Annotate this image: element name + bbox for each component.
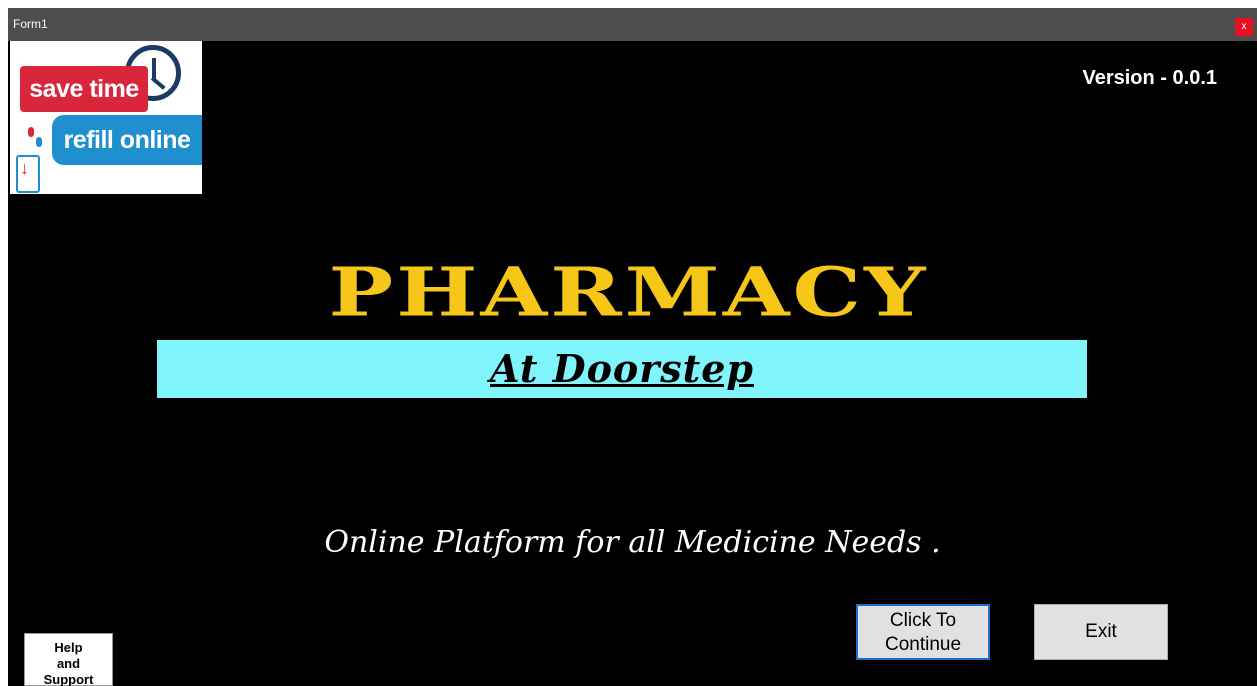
pill-icon: [28, 127, 34, 137]
app-logo: save time refill online ↓: [10, 41, 202, 194]
brand-subtitle-bar: At Doorstep: [157, 340, 1087, 398]
logo-save-time-text: save time: [20, 66, 148, 112]
logo-refill-online-text: refill online: [52, 115, 202, 165]
help-button-line1: Help: [54, 640, 83, 655]
help-button-line2: and: [56, 656, 81, 671]
help-support-button[interactable]: Help and Support: [24, 633, 113, 686]
continue-button[interactable]: Click To Continue: [856, 604, 990, 660]
brand-title: PHARMACY: [328, 253, 929, 332]
close-button[interactable]: x: [1235, 18, 1253, 36]
version-label: Version - 0.0.1: [1082, 67, 1217, 89]
main-window: Form1 x save time refill online ↓ Versio…: [8, 8, 1257, 686]
brand-subtitle: At Doorstep: [490, 346, 754, 391]
title-bar[interactable]: Form1 x: [8, 8, 1257, 41]
continue-button-line1: Click To: [889, 610, 957, 631]
pill-icon: [36, 137, 42, 147]
window-title: Form1: [13, 17, 48, 31]
help-button-line3: Support: [43, 672, 94, 686]
download-arrow-icon: ↓: [20, 158, 29, 178]
continue-button-line2: Continue: [884, 634, 962, 655]
exit-button[interactable]: Exit: [1034, 604, 1168, 660]
tagline: Online Platform for all Medicine Needs .: [324, 525, 941, 560]
